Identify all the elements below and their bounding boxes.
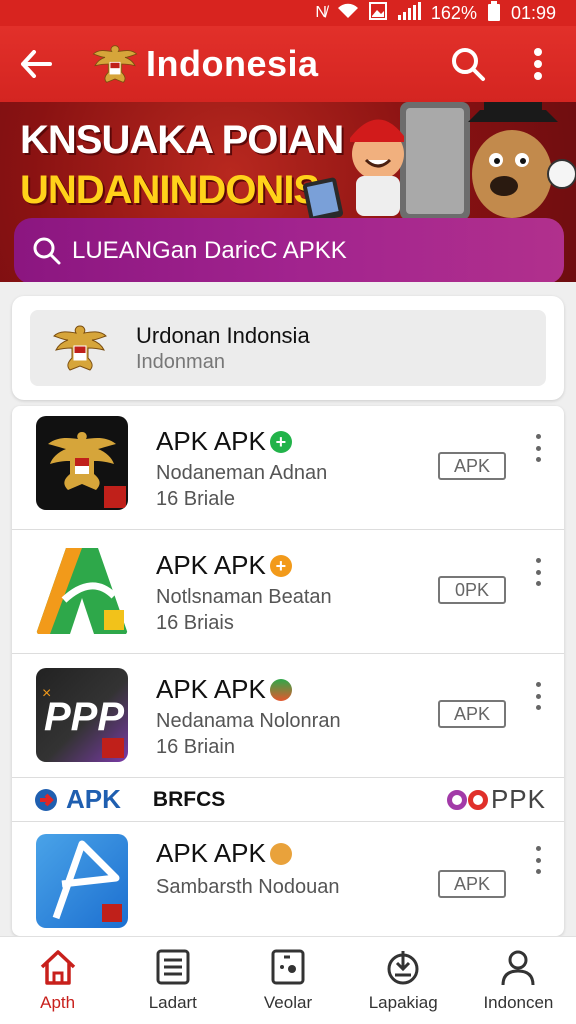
battery-icon xyxy=(487,0,501,26)
back-button[interactable] xyxy=(8,36,64,92)
signal-icon xyxy=(397,1,421,25)
download-icon xyxy=(387,951,419,985)
banner-mascot-illustration xyxy=(302,102,576,222)
app-developer: Notlsnaman Beatan xyxy=(156,586,332,608)
back-arrow-icon xyxy=(21,50,52,78)
download-apk-button[interactable]: 0PK xyxy=(438,576,506,604)
battery-percent: 162% xyxy=(430,2,477,23)
category-header-card: Urdonan Indonsia Indonman xyxy=(12,296,564,400)
row-more-button[interactable] xyxy=(526,842,550,878)
svg-text:×: × xyxy=(42,685,51,702)
list-item[interactable]: PPP × APK APK Nedanama Nolonran 16 Briai… xyxy=(12,654,564,778)
profile-icon xyxy=(501,950,535,986)
app-bar: Indonesia xyxy=(0,26,576,102)
promo-middle-label: BRFCS xyxy=(152,787,226,811)
app-title: Indonesia xyxy=(146,43,319,84)
promo-apk-link[interactable]: APK xyxy=(34,784,121,815)
search-icon xyxy=(33,237,61,265)
download-apk-button[interactable]: APK xyxy=(438,870,506,898)
garuda-emblem-icon xyxy=(92,45,138,83)
nav-item-download[interactable]: Lapakiag xyxy=(346,937,461,1024)
nav-item-home[interactable]: Apth xyxy=(0,937,115,1024)
search-text: LUEANGan DaricC APKK xyxy=(72,237,347,264)
list-item[interactable]: APK APK Sambarsth Nodouan APK xyxy=(12,822,564,936)
search-icon xyxy=(452,48,485,81)
nfc-icon: N̸ xyxy=(315,4,327,21)
promo-left-label: APK xyxy=(66,784,121,814)
app-title-row: APK APK xyxy=(156,674,292,705)
garuda-app-icon xyxy=(36,416,128,510)
media-icon xyxy=(271,949,305,985)
promo-banner[interactable]: KNSUAKA POIAN UNDANINDONIS LUEANGan Dari… xyxy=(0,102,576,282)
row-more-button[interactable] xyxy=(526,678,550,714)
ring-icon xyxy=(467,789,488,810)
clock: 01:99 xyxy=(510,2,556,23)
app-size: 16 Briais xyxy=(156,612,234,634)
ring-icon xyxy=(446,789,467,810)
flag-badge-icon xyxy=(269,678,292,701)
nav-item-list[interactable]: Ladart xyxy=(115,937,230,1024)
list-item[interactable]: APK APK + Notlsnaman Beatan 16 Briais 0P… xyxy=(12,530,564,654)
plus-badge-icon: + xyxy=(269,430,292,453)
ap-app-icon xyxy=(36,544,128,638)
row-more-button[interactable] xyxy=(526,554,550,590)
promo-right-label: PPK xyxy=(490,784,546,814)
app-title-row: APK APK + xyxy=(156,550,292,581)
svg-text:PPP: PPP xyxy=(44,695,124,739)
app-developer: Sambarsth Nodouan xyxy=(156,876,340,898)
search-button[interactable] xyxy=(444,36,492,92)
app-developer: Nedanama Nolonran xyxy=(156,710,341,732)
nav-label: Apth xyxy=(40,993,76,1012)
app-title: APK APK xyxy=(156,550,266,580)
row-more-button[interactable] xyxy=(526,430,550,466)
app-developer: Nodaneman Adnan xyxy=(156,462,328,484)
download-apk-button[interactable]: APK xyxy=(438,452,506,480)
nav-label: Ladart xyxy=(148,993,197,1012)
app-size: 16 Briale xyxy=(156,488,235,510)
a-app-icon xyxy=(36,834,128,928)
status-bar: N̸ 162% 01:99 xyxy=(0,0,576,26)
nav-item-profile[interactable]: Indoncen xyxy=(461,937,576,1024)
nav-label: Veolar xyxy=(263,993,313,1012)
nav-label: Indoncen xyxy=(483,993,554,1012)
home-icon xyxy=(40,950,75,985)
promo-ppk-link[interactable]: PPK xyxy=(446,784,546,815)
apk-logo-icon xyxy=(35,788,57,811)
image-notification-icon xyxy=(368,1,387,25)
list-icon xyxy=(156,949,190,985)
bottom-navigation: Apth Ladart Veolar Lapakiag Indoncen xyxy=(0,936,576,1024)
banner-headline: KNSUAKA POIAN xyxy=(20,118,344,162)
list-item[interactable]: APK APK + Nodaneman Adnan 16 Briale APK xyxy=(12,406,564,530)
banner-search-bar[interactable]: LUEANGan DaricC APKK xyxy=(14,218,564,282)
more-options-button[interactable] xyxy=(514,36,562,92)
nav-label: Lapakiag xyxy=(368,993,438,1012)
plus-badge-icon: + xyxy=(269,554,292,577)
ppp-app-icon: PPP × xyxy=(36,668,128,762)
more-vertical-icon xyxy=(534,48,542,80)
app-size: 16 Briain xyxy=(156,736,235,758)
app-title: APK APK xyxy=(156,674,266,704)
category-header[interactable]: Urdonan Indonsia Indonman xyxy=(30,310,546,386)
app-title-row: APK APK xyxy=(156,838,292,869)
flag-badge-icon xyxy=(269,842,292,865)
app-title-row: APK APK + xyxy=(156,426,292,457)
app-title: APK APK xyxy=(156,838,266,868)
app-title: APK APK xyxy=(156,426,266,456)
category-title: Urdonan Indonsia xyxy=(136,322,310,348)
download-apk-button[interactable]: APK xyxy=(438,700,506,728)
app-list: APK APK + Nodaneman Adnan 16 Briale APK … xyxy=(12,406,564,936)
garuda-emblem-icon xyxy=(53,325,107,371)
category-subtitle: Indonman xyxy=(136,350,225,373)
promo-strip: APK BRFCS PPK xyxy=(12,778,564,822)
wifi-icon xyxy=(337,3,359,24)
nav-item-media[interactable]: Veolar xyxy=(230,937,345,1024)
banner-subheadline: UNDANINDONIS xyxy=(20,168,320,212)
